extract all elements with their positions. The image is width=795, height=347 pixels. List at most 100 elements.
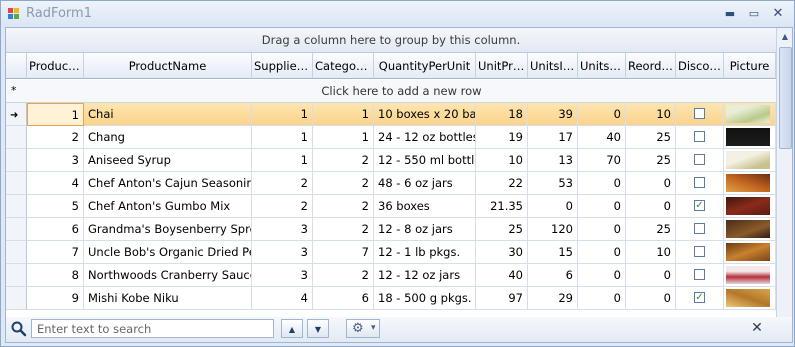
picture-cell[interactable]	[724, 218, 776, 241]
unit-price-cell[interactable]: 40	[476, 264, 528, 287]
discontinued-cell[interactable]	[676, 218, 724, 241]
supplier-id-cell[interactable]: 2	[252, 172, 313, 195]
table-row[interactable]: 5 Chef Anton's Gumbo Mix 2 2 36 boxes 21.35 0 0…	[6, 195, 776, 218]
quantity-per-unit-cell[interactable]: 18 - 500 g pkgs.	[374, 287, 476, 310]
product-name-cell[interactable]: Aniseed Syrup	[84, 149, 252, 172]
table-row[interactable]: 2 Chang 1 1 24 - 12 oz bottles 19 17 40 25	[6, 126, 776, 149]
category-id-cell[interactable]: 6	[313, 287, 374, 310]
row-header[interactable]	[6, 241, 27, 264]
category-id-cell[interactable]: 2	[313, 195, 374, 218]
vertical-scrollbar[interactable]: ▲ ▼	[776, 28, 792, 342]
picture-cell[interactable]	[724, 172, 776, 195]
product-id-cell[interactable]: 6	[27, 218, 84, 241]
discontinued-checkbox[interactable]	[694, 108, 705, 119]
discontinued-checkbox[interactable]	[694, 154, 705, 165]
unit-price-cell[interactable]: 25	[476, 218, 528, 241]
category-id-cell[interactable]: 2	[313, 172, 374, 195]
picture-cell[interactable]	[724, 195, 776, 218]
product-id-cell[interactable]: 1	[27, 103, 84, 126]
discontinued-checkbox[interactable]	[694, 246, 705, 257]
col-header-quantityperunit[interactable]: QuantityPerUnit	[374, 53, 476, 79]
reorder-level-cell[interactable]: 10	[626, 241, 676, 264]
col-header-supplierid[interactable]: SupplierID	[252, 53, 313, 79]
product-id-cell[interactable]: 8	[27, 264, 84, 287]
close-window-icon[interactable]: ✕	[768, 5, 788, 23]
quantity-per-unit-cell[interactable]: 12 - 550 ml bottles	[374, 149, 476, 172]
discontinued-cell[interactable]: ✓	[676, 195, 724, 218]
discontinued-cell[interactable]	[676, 149, 724, 172]
table-row[interactable]: 8 Northwoods Cranberry Sauce 3 2 12 - 12 oz …	[6, 264, 776, 287]
units-in-stock-cell[interactable]: 17	[528, 126, 578, 149]
col-header-categoryid[interactable]: CategoryID	[313, 53, 374, 79]
scroll-up-icon[interactable]: ▲	[777, 28, 792, 45]
row-header[interactable]	[6, 126, 27, 149]
product-name-cell[interactable]: Chai	[84, 103, 252, 126]
discontinued-cell[interactable]	[676, 126, 724, 149]
product-name-cell[interactable]: Chef Anton's Gumbo Mix	[84, 195, 252, 218]
product-id-cell[interactable]: 2	[27, 126, 84, 149]
supplier-id-cell[interactable]: 1	[252, 126, 313, 149]
search-next-button[interactable]: ▼	[307, 319, 329, 338]
quantity-per-unit-cell[interactable]: 10 boxes x 20 bags	[374, 103, 476, 126]
close-search-icon[interactable]: ✕	[748, 319, 766, 338]
row-header[interactable]	[6, 172, 27, 195]
table-row[interactable]: 7Uncle Bob's Organic Dried Pears3712 - 1…	[6, 241, 776, 264]
reorder-level-cell[interactable]: 0	[626, 195, 676, 218]
row-header[interactable]	[6, 218, 27, 241]
picture-cell[interactable]	[724, 126, 776, 149]
supplier-id-cell[interactable]: 3	[252, 241, 313, 264]
supplier-id-cell[interactable]: 4	[252, 287, 313, 310]
col-header-discontinued[interactable]: Discon...	[676, 53, 724, 79]
col-header-unitsinstock[interactable]: UnitsIn...	[528, 53, 578, 79]
quantity-per-unit-cell[interactable]: 48 - 6 oz jars	[374, 172, 476, 195]
product-id-cell[interactable]: 5	[27, 195, 84, 218]
picture-cell[interactable]	[724, 241, 776, 264]
unit-price-cell[interactable]: 22	[476, 172, 528, 195]
discontinued-cell[interactable]	[676, 103, 724, 126]
product-name-cell[interactable]: Northwoods Cranberry Sauce	[84, 264, 252, 287]
supplier-id-cell[interactable]: 1	[252, 149, 313, 172]
units-in-stock-cell[interactable]: 13	[528, 149, 578, 172]
minimize-icon[interactable]: ▬	[720, 5, 740, 23]
reorder-level-cell[interactable]: 25	[626, 149, 676, 172]
product-id-cell[interactable]: 3	[27, 149, 84, 172]
units-on-order-cell[interactable]: 70	[578, 149, 626, 172]
picture-cell[interactable]	[724, 103, 776, 126]
picture-cell[interactable]	[724, 287, 776, 310]
table-row[interactable]: 3Aniseed Syrup1212 - 550 ml bottles10137…	[6, 149, 776, 172]
discontinued-checkbox[interactable]	[694, 177, 705, 188]
product-name-cell[interactable]: Grandma's Boysenberry Spread	[84, 218, 252, 241]
units-on-order-cell[interactable]: 0	[578, 172, 626, 195]
units-in-stock-cell[interactable]: 29	[528, 287, 578, 310]
table-row[interactable]: ➜1Chai1110 boxes x 20 bags1839010	[6, 103, 776, 126]
quantity-per-unit-cell[interactable]: 12 - 12 oz jars	[374, 264, 476, 287]
search-previous-button[interactable]: ▲	[281, 319, 303, 338]
units-in-stock-cell[interactable]: 15	[528, 241, 578, 264]
units-on-order-cell[interactable]: 0	[578, 241, 626, 264]
discontinued-cell[interactable]	[676, 264, 724, 287]
row-header[interactable]	[6, 195, 27, 218]
category-id-cell[interactable]: 1	[313, 126, 374, 149]
discontinued-checkbox[interactable]: ✓	[694, 292, 705, 303]
quantity-per-unit-cell[interactable]: 24 - 12 oz bottles	[374, 126, 476, 149]
category-id-cell[interactable]: 7	[313, 241, 374, 264]
quantity-per-unit-cell[interactable]: 12 - 8 oz jars	[374, 218, 476, 241]
unit-price-cell[interactable]: 18	[476, 103, 528, 126]
col-header-unitprice[interactable]: UnitPrice	[476, 53, 528, 79]
table-row[interactable]: 6Grandma's Boysenberry Spread3212 - 8 oz…	[6, 218, 776, 241]
reorder-level-cell[interactable]: 0	[626, 287, 676, 310]
units-in-stock-cell[interactable]: 53	[528, 172, 578, 195]
reorder-level-cell[interactable]: 25	[626, 218, 676, 241]
product-name-cell[interactable]: Uncle Bob's Organic Dried Pears	[84, 241, 252, 264]
unit-price-cell[interactable]: 10	[476, 149, 528, 172]
discontinued-cell[interactable]	[676, 241, 724, 264]
product-name-cell[interactable]: Mishi Kobe Niku	[84, 287, 252, 310]
supplier-id-cell[interactable]: 2	[252, 195, 313, 218]
category-id-cell[interactable]: 1	[313, 103, 374, 126]
picture-cell[interactable]	[724, 264, 776, 287]
picture-cell[interactable]	[724, 149, 776, 172]
table-row[interactable]: 4 Chef Anton's Cajun Seasoning 2 2 48 - 6 oz…	[6, 172, 776, 195]
table-row[interactable]: 9 Mishi Kobe Niku 4 6 18 - 500 g pkgs. 97 29 0 0…	[6, 287, 776, 310]
units-on-order-cell[interactable]: 40	[578, 126, 626, 149]
reorder-level-cell[interactable]: 0	[626, 172, 676, 195]
